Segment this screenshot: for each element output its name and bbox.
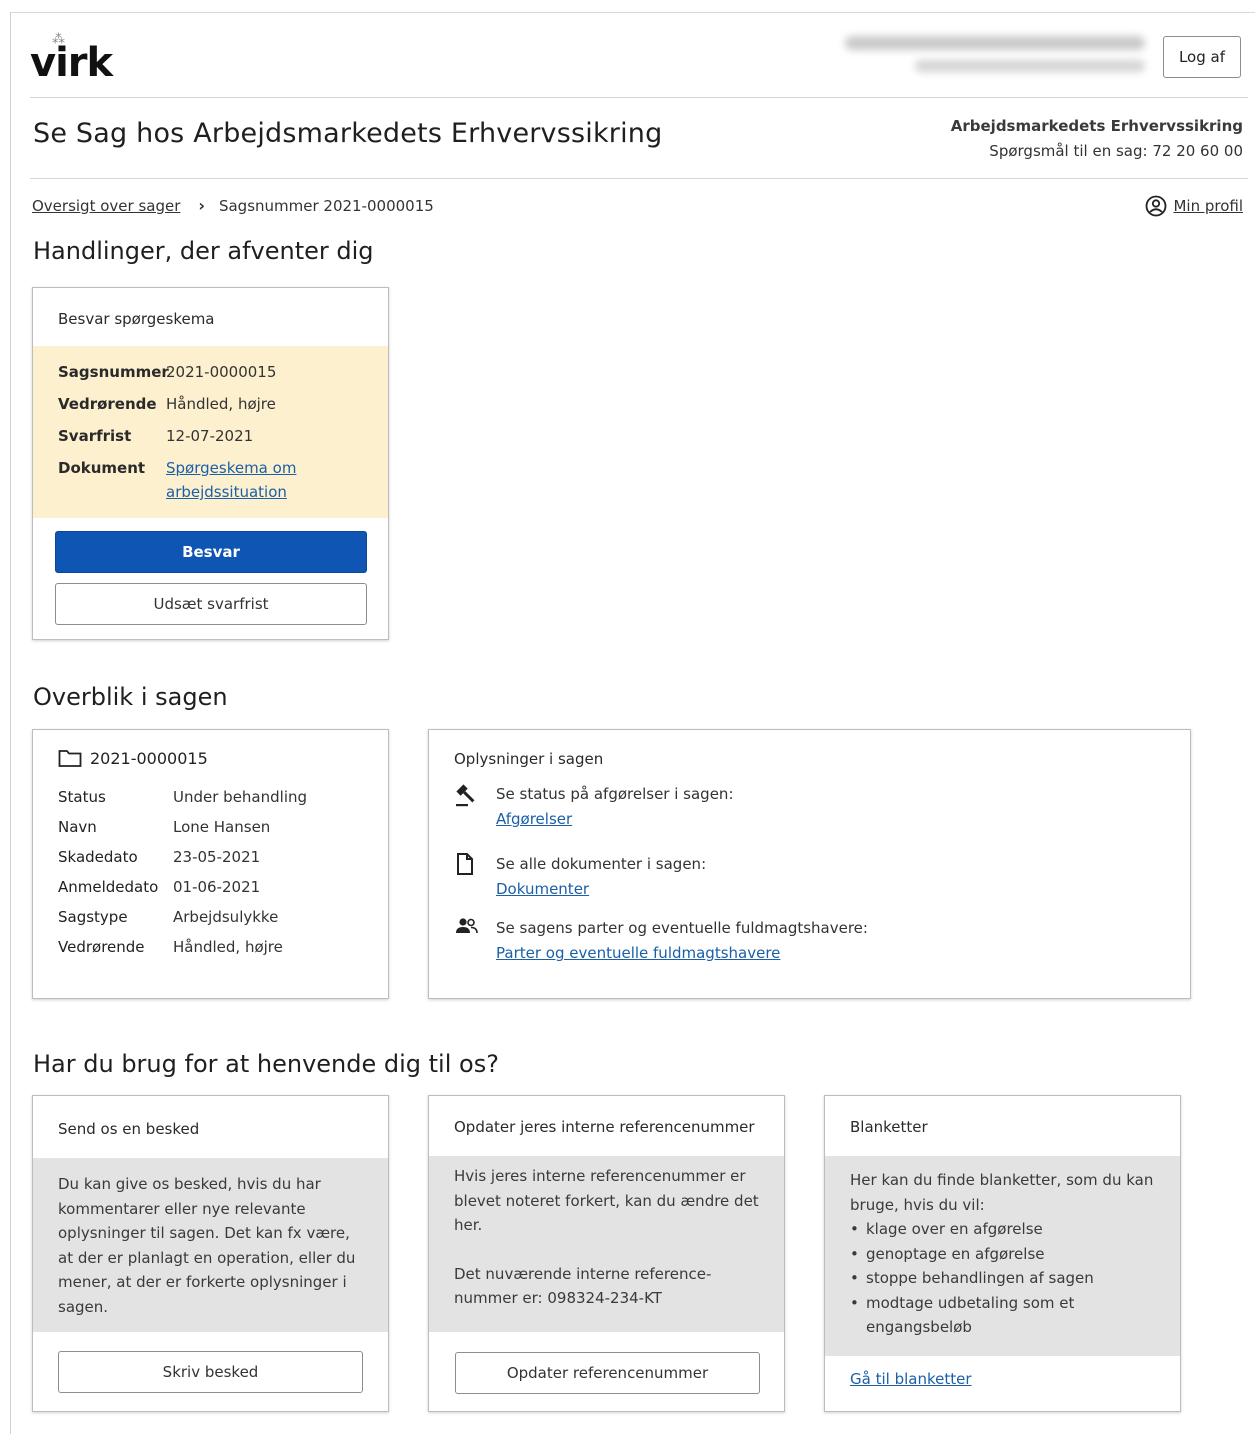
card-title: Send os en besked (58, 1120, 200, 1138)
forms-list: klage over en afgørelse genoptage en afg… (850, 1217, 1155, 1340)
contact-heading: Har du brug for at henvende dig til os? (33, 1050, 499, 1078)
forms-card: Blanketter Her kan du finde blanketter, … (824, 1095, 1181, 1412)
info-item-parties: Se sagens parter og eventuelle fuldmagts… (454, 916, 1165, 966)
divider (30, 178, 1248, 179)
logo-text: virk (30, 40, 113, 86)
overview-heading: Overblik i sagen (33, 683, 228, 711)
list-item: genoptage en afgørelse (850, 1242, 1155, 1267)
list-item: modtage udbetaling som et engangsbeløb (850, 1291, 1155, 1340)
chevron-right-icon: › (198, 196, 205, 215)
questionnaire-document-link[interactable]: Spørgeskema om arbejdssituation (166, 452, 296, 504)
gavel-icon (456, 784, 475, 807)
questionnaire-details: Sagsnummer 2021-0000015 Vedrørende Håndl… (33, 346, 388, 518)
logout-button[interactable]: Log af (1163, 36, 1241, 78)
folder-icon (58, 750, 82, 767)
postpone-deadline-button[interactable]: Udsæt svarfrist (55, 583, 367, 625)
org-name: Arbejdsmarkedets Erhvervssikring (950, 117, 1243, 135)
questionnaire-card: Besvar spørgeskema Sagsnummer 2021-00000… (32, 287, 389, 640)
case-row: Anmeldedato 01-06-2021 (58, 878, 261, 896)
user-circle-icon (1146, 195, 1167, 217)
case-summary-card: 2021-0000015 Status Under behandling Navn… (32, 729, 389, 999)
answer-button[interactable]: Besvar (55, 531, 367, 573)
update-reference-button[interactable]: Opdater referencenummer (455, 1352, 760, 1394)
parties-link[interactable]: Parter og eventuelle fuldmagtshavere (496, 944, 780, 962)
detail-row: Dokument Spørgeskema om arbejdssituation (58, 452, 363, 508)
breadcrumb: Oversigt over sager › Sagsnummer 2021-00… (32, 196, 434, 215)
case-row: Sagstype Arbejdsulykke (58, 908, 279, 926)
card-title: Besvar spørgeskema (58, 310, 215, 328)
page-title: Se Sag hos Arbejdsmarkedets Erhvervssikr… (33, 118, 663, 149)
list-item: klage over en afgørelse (850, 1217, 1155, 1242)
org-phone: Spørgsmål til en sag: 72 20 60 00 (989, 142, 1243, 160)
org-info: Arbejdsmarkedets Erhvervssikring Spørgsm… (951, 114, 1243, 164)
forms-description: Her kan du finde blanketter, som du kan … (825, 1156, 1180, 1356)
card-title: Blanketter (850, 1118, 928, 1136)
decisions-link[interactable]: Afgørelser (496, 810, 572, 828)
documents-link[interactable]: Dokumenter (496, 880, 589, 898)
message-description: Du kan give os besked, hvis du har komme… (33, 1158, 388, 1332)
user-name-blurred (835, 36, 1145, 80)
info-title: Oplysninger i sagen (454, 750, 604, 768)
case-row: Skadedato 23-05-2021 (58, 848, 261, 866)
send-message-card: Send os en besked Du kan give os besked,… (32, 1095, 389, 1412)
detail-row: Svarfrist 12-07-2021 (58, 427, 254, 445)
pending-heading: Handlinger, der afventer dig (33, 237, 374, 265)
profile-link-wrapper[interactable]: Min profil (1145, 195, 1243, 217)
reference-description: Hvis jeres interne referencenummer er bl… (429, 1156, 784, 1332)
write-message-button[interactable]: Skriv besked (58, 1351, 363, 1393)
breadcrumb-current: Sagsnummer 2021-0000015 (218, 196, 434, 215)
case-row: Status Under behandling (58, 788, 308, 806)
detail-row: Vedrørende Håndled, højre (58, 395, 276, 413)
card-title: Opdater jeres interne referencenummer (454, 1118, 755, 1136)
info-item-decisions: Se status på afgørelser i sagen: Afgørel… (454, 782, 1165, 832)
virk-logo[interactable]: ⁂ virk (30, 30, 120, 90)
case-information-card: Oplysninger i sagen Se status på afgørel… (428, 729, 1191, 999)
breadcrumb-overview-link[interactable]: Oversigt over sager (32, 197, 180, 215)
case-row: Vedrørende Håndled, højre (58, 938, 283, 956)
reference-number-card: Opdater jeres interne referencenummer Hv… (428, 1095, 785, 1412)
profile-link[interactable]: Min profil (1173, 197, 1243, 215)
forms-link[interactable]: Gå til blanketter (850, 1370, 972, 1388)
divider (30, 97, 1248, 98)
people-icon (456, 918, 478, 934)
document-icon (457, 853, 473, 875)
detail-row: Sagsnummer 2021-0000015 (58, 363, 277, 381)
case-row: Navn Lone Hansen (58, 818, 271, 836)
case-number: 2021-0000015 (58, 748, 363, 768)
list-item: stoppe behandlingen af sagen (850, 1266, 1155, 1291)
info-item-documents: Se alle dokumenter i sagen: Dokumenter (454, 852, 1165, 902)
